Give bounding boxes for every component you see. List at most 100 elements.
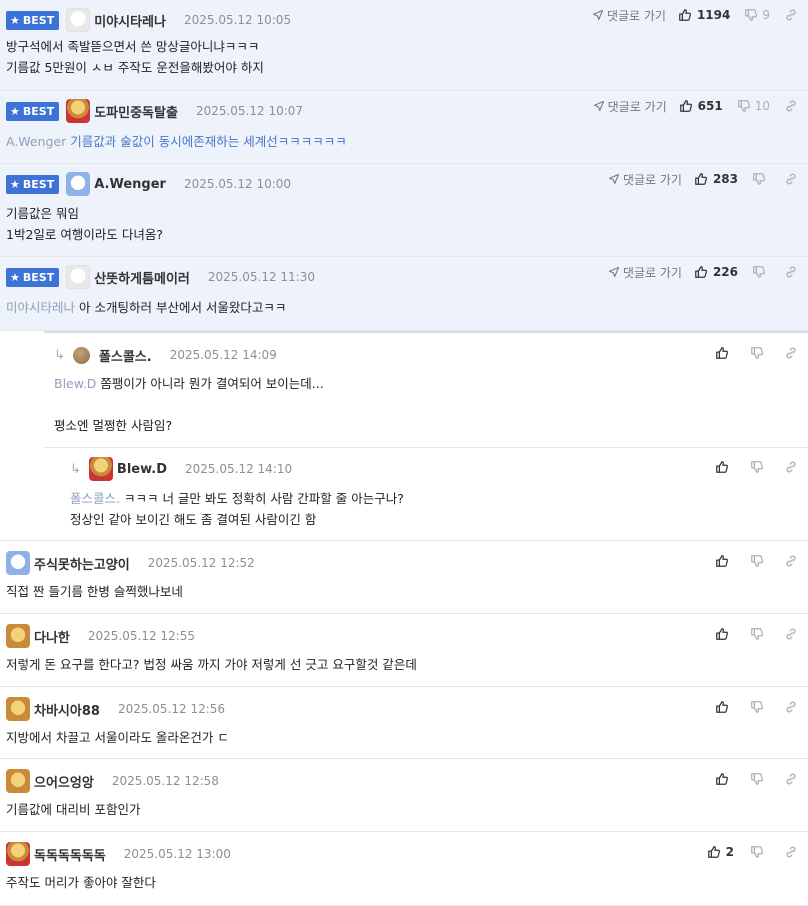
nickname[interactable]: 다나한 [34, 627, 70, 646]
share-link-button[interactable] [784, 627, 798, 641]
nickname[interactable]: 독독독독독독 [34, 845, 106, 864]
nickname[interactable]: A.Wenger [94, 177, 166, 192]
mention[interactable]: 폴스콜스. [70, 491, 120, 506]
dislike-button[interactable] [750, 554, 768, 568]
comment-body: 저렇게 돈 요구를 한다고? 법정 싸움 까지 가야 저렇게 선 긋고 요구할것… [6, 657, 417, 672]
link-icon [784, 772, 798, 786]
like-button[interactable]: 1194 [678, 8, 730, 22]
comment-item: ★ BEST 미야시타레나 2025.05.12 10:05 댓글로 가기 119… [0, 0, 808, 91]
dislike-button[interactable] [750, 772, 768, 786]
share-link-button[interactable] [784, 845, 798, 859]
dislike-button[interactable] [752, 265, 770, 279]
mention[interactable]: 미야시타레나 [6, 300, 75, 315]
thumbs-down-icon [750, 772, 764, 786]
mention[interactable]: Blew.D [54, 376, 96, 391]
thumbs-down-icon [752, 265, 766, 279]
dislike-button[interactable]: 9 [744, 8, 770, 22]
goto-reply-button[interactable]: 댓글로 가기 [608, 171, 682, 188]
avatar[interactable] [66, 265, 91, 289]
dislike-button[interactable]: 10 [737, 99, 770, 113]
comment-body: 폴스콜스. ㅋㅋㅋ 너 글만 봐도 정확히 사람 간파할 줄 아는구나? 정상인… [70, 491, 404, 527]
thumbs-up-icon [715, 554, 729, 568]
timestamp: 2025.05.12 12:56 [117, 702, 226, 716]
star-icon: ★ [10, 13, 20, 27]
thumbs-up-icon [715, 772, 729, 786]
avatar[interactable] [6, 697, 30, 721]
like-button[interactable]: 283 [694, 172, 738, 186]
comment-item: 으어으엉앙 2025.05.12 12:58 기름값에 대리비 포함인가 [0, 759, 808, 832]
thumbs-up-icon [679, 99, 693, 113]
timestamp: 2025.05.12 11:30 [207, 270, 315, 284]
like-button[interactable] [715, 627, 734, 641]
avatar[interactable] [6, 624, 30, 648]
dislike-button[interactable] [752, 172, 770, 186]
best-badge: ★ BEST [6, 101, 60, 121]
comment-body: Blew.D 쫌팽이가 아니라 뭔가 결여되어 보이는데... 평소엔 멀쩡한 … [54, 376, 324, 433]
timestamp: 2025.05.12 12:58 [111, 774, 219, 788]
star-icon: ★ [10, 104, 20, 118]
share-link-button[interactable] [784, 99, 798, 113]
share-link-button[interactable] [784, 772, 798, 786]
like-button[interactable]: 226 [694, 265, 738, 279]
dislike-button[interactable] [750, 346, 768, 360]
goto-reply-button[interactable]: 댓글로 가기 [608, 264, 682, 281]
like-button[interactable] [715, 700, 734, 714]
comment-body: A.Wenger 기름값과 술값이 동시에존재하는 세계선ㅋㅋㅋㅋㅋㅋ [6, 134, 347, 149]
timestamp: 2025.05.12 12:55 [87, 629, 195, 643]
avatar[interactable] [6, 551, 30, 575]
comment-body: 주작도 머리가 좋아야 잘한다 [6, 875, 156, 890]
thumbs-up-icon [715, 700, 729, 714]
send-icon [592, 9, 604, 21]
star-icon: ★ [10, 177, 20, 191]
link-icon [784, 99, 798, 113]
link-icon [784, 346, 798, 360]
nickname[interactable]: 폴스콜스. [99, 346, 152, 365]
link-icon [784, 172, 798, 186]
reply-item: ↳ Blew.D 2025.05.12 14:10 폴스콜스. ㅋㅋㅋ 너 글만… [60, 447, 808, 541]
share-link-button[interactable] [784, 172, 798, 186]
goto-reply-button[interactable]: 댓글로 가기 [592, 7, 666, 24]
like-button[interactable]: 651 [679, 99, 723, 113]
mention[interactable]: A.Wenger [6, 134, 66, 149]
dislike-button[interactable] [750, 460, 768, 474]
dislike-button[interactable] [750, 845, 768, 859]
nickname[interactable]: 산뜻하게틈메이러 [94, 268, 190, 287]
thumbs-up-icon [694, 265, 708, 279]
nickname[interactable]: 미야시타레나 [94, 11, 166, 30]
avatar[interactable] [66, 172, 91, 196]
avatar[interactable] [88, 457, 113, 481]
thumbs-down-icon [750, 845, 764, 859]
nickname[interactable]: 주식못하는고양이 [34, 554, 130, 573]
share-link-button[interactable] [784, 346, 798, 360]
send-icon [593, 100, 605, 112]
comment-list: ★ BEST 미야시타레나 2025.05.12 10:05 댓글로 가기 119… [0, 0, 808, 906]
share-link-button[interactable] [784, 700, 798, 714]
avatar[interactable] [6, 769, 30, 793]
share-link-button[interactable] [784, 8, 798, 22]
share-link-button[interactable] [784, 460, 798, 474]
link-icon [784, 460, 798, 474]
like-button[interactable] [715, 554, 734, 568]
nickname[interactable]: 도파민중독탈출 [94, 102, 178, 121]
dislike-button[interactable] [750, 627, 768, 641]
share-link-button[interactable] [784, 554, 798, 568]
avatar[interactable] [6, 842, 30, 866]
like-button[interactable]: 2 [707, 845, 734, 859]
timestamp: 2025.05.12 12:52 [147, 556, 255, 570]
like-button[interactable] [715, 460, 734, 474]
goto-reply-button[interactable]: 댓글로 가기 [593, 98, 667, 115]
timestamp: 2025.05.12 10:05 [183, 13, 292, 27]
avatar[interactable] [72, 346, 90, 364]
nickname[interactable]: 으어으엉앙 [34, 772, 94, 791]
share-link-button[interactable] [784, 265, 798, 279]
avatar[interactable] [66, 8, 91, 32]
like-button[interactable] [715, 772, 734, 786]
dislike-button[interactable] [750, 700, 768, 714]
comment-item: ★ BEST 도파민중독탈출 2025.05.12 10:07 댓글로 가기 65… [0, 91, 808, 164]
thumbs-down-icon [750, 460, 764, 474]
avatar[interactable] [66, 99, 91, 123]
nickname[interactable]: 차바시아88 [34, 700, 100, 719]
nickname[interactable]: Blew.D [117, 462, 167, 477]
thumbs-up-icon [707, 845, 721, 859]
like-button[interactable] [715, 346, 734, 360]
